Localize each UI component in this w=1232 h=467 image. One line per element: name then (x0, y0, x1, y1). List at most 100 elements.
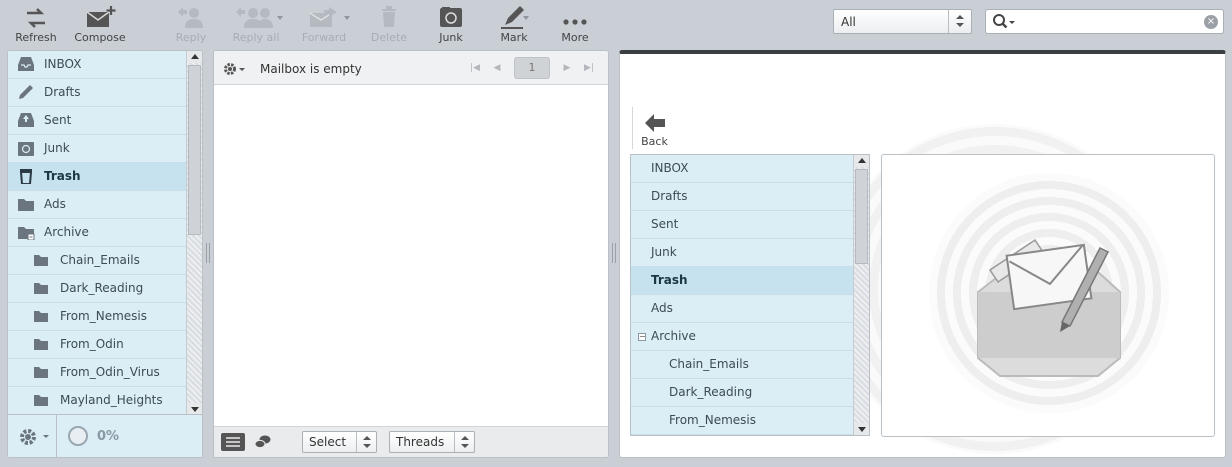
reply-all-dropdown-icon[interactable] (277, 16, 283, 20)
mailbox-status: Mailbox is empty (260, 62, 362, 76)
clear-search-icon[interactable]: × (1204, 15, 1218, 29)
toolbar: Refresh Compose Reply Reply all Forward … (0, 0, 1232, 46)
filter-selected-value: All (841, 15, 856, 29)
preview-folder-inbox[interactable]: INBOX (631, 155, 854, 183)
folder-item-from-odin[interactable]: From_Odin (8, 331, 187, 359)
forward-button[interactable]: Forward (301, 2, 347, 44)
folder-icon (18, 199, 34, 211)
message-list-header: Mailbox is empty |◀ ◀ 1 ▶ ▶| (214, 51, 608, 85)
folder-item-archive[interactable]: Archive (8, 219, 187, 247)
scrollbar-thumb[interactable] (855, 169, 868, 264)
mark-button[interactable]: Mark (495, 2, 533, 44)
folder-icon (34, 339, 48, 350)
junk-icon (440, 7, 462, 27)
folder-list: INBOX Drafts Sent Junk Trash Ads Archive (8, 51, 187, 415)
back-arrow-icon (644, 114, 665, 132)
preview-folder-drafts[interactable]: Drafts (631, 183, 854, 211)
quota-value: 0% (97, 429, 120, 444)
preview-folder-ads[interactable]: Ads (631, 295, 854, 323)
threads-view-icon[interactable] (254, 434, 272, 450)
trash-icon (382, 6, 396, 27)
folder-panel-splitter[interactable] (205, 243, 211, 263)
folder-list-scrollbar[interactable] (186, 51, 202, 415)
folder-item-trash[interactable]: Trash (8, 163, 187, 191)
delete-button[interactable]: Delete (368, 2, 410, 44)
mail-logo-icon (977, 238, 1121, 377)
pager: |◀ ◀ 1 ▶ ▶| (464, 57, 600, 79)
message-list-panel: Mailbox is empty |◀ ◀ 1 ▶ ▶| Select Thre… (213, 50, 609, 458)
search-input[interactable] (1020, 13, 1200, 30)
preview-panel: Back INBOX Drafts Sent Junk Trash Ads − … (619, 50, 1226, 458)
junk-button[interactable]: Junk (433, 2, 469, 44)
next-page-icon[interactable]: ▶ (556, 57, 578, 79)
select-arrows-icon (356, 432, 376, 452)
trash-icon (19, 169, 33, 184)
folder-item-from-odin-virus[interactable]: From_Odin_Virus (8, 359, 187, 387)
compose-button[interactable]: Compose (71, 2, 129, 44)
forward-dropdown-icon[interactable] (344, 16, 350, 20)
preview-watermark-pane (881, 154, 1215, 437)
select-arrows-icon (948, 10, 971, 33)
select-dropdown[interactable]: Select (302, 431, 377, 453)
junk-icon (18, 142, 34, 156)
search-icon[interactable] (991, 13, 1017, 31)
first-page-icon[interactable]: |◀ (464, 57, 486, 79)
folder-footer: 0% (8, 414, 202, 457)
reply-button[interactable]: Reply (172, 2, 210, 44)
collapse-icon[interactable]: − (638, 333, 646, 341)
last-page-icon[interactable]: ▶| (578, 57, 600, 79)
preview-folder-sent[interactable]: Sent (631, 211, 854, 239)
compose-icon (86, 6, 116, 27)
gear-icon[interactable] (17, 426, 51, 448)
previous-page-icon[interactable]: ◀ (486, 57, 508, 79)
threads-dropdown[interactable]: Threads (389, 431, 475, 453)
folder-panel: INBOX Drafts Sent Junk Trash Ads Archive (7, 50, 203, 458)
list-view-icon[interactable] (220, 432, 246, 452)
folder-item-mayland-heights[interactable]: Mayland_Heights (8, 387, 187, 415)
scroll-up-icon[interactable] (187, 51, 202, 63)
folder-item-junk[interactable]: Junk (8, 135, 187, 163)
scroll-down-icon[interactable] (854, 423, 869, 435)
archive-folder-icon (18, 227, 35, 240)
folder-item-inbox[interactable]: INBOX (8, 51, 187, 79)
footer-divider (56, 415, 57, 457)
more-icon (563, 19, 587, 25)
reply-all-icon (236, 7, 273, 28)
page-number[interactable]: 1 (514, 57, 550, 79)
list-options-gear-icon[interactable] (222, 61, 248, 77)
preview-folder-chain-emails[interactable]: Chain_Emails (631, 351, 854, 379)
preview-folder-from-nemesis[interactable]: From_Nemesis (631, 407, 854, 435)
filter-select[interactable]: All (833, 9, 972, 34)
folder-item-from-nemesis[interactable]: From_Nemesis (8, 303, 187, 331)
select-label: Select (309, 435, 347, 449)
preview-folder-junk[interactable]: Junk (631, 239, 854, 267)
folder-icon (34, 283, 48, 294)
preview-folder-archive[interactable]: − Archive (631, 323, 854, 351)
folder-item-ads[interactable]: Ads (8, 191, 187, 219)
refresh-button[interactable]: Refresh (13, 2, 59, 44)
preview-folder-dark-reading[interactable]: Dark_Reading (631, 379, 854, 407)
threads-label: Threads (396, 435, 445, 449)
folder-icon (34, 367, 48, 378)
folder-item-chain-emails[interactable]: Chain_Emails (8, 247, 187, 275)
folder-item-dark-reading[interactable]: Dark_Reading (8, 275, 187, 303)
back-button[interactable]: Back (632, 107, 676, 149)
search-box[interactable]: × (985, 9, 1224, 34)
list-panel-splitter[interactable] (611, 243, 617, 263)
refresh-icon (27, 8, 45, 28)
more-button[interactable]: More (556, 2, 594, 44)
folder-item-drafts[interactable]: Drafts (8, 79, 187, 107)
preview-folder-trash[interactable]: Trash (631, 267, 854, 295)
folder-item-sent[interactable]: Sent (8, 107, 187, 135)
forward-icon (309, 7, 337, 27)
folder-icon (34, 255, 48, 266)
folder-icon (34, 395, 48, 406)
inbox-icon (18, 57, 34, 71)
scrollbar-thumb[interactable] (188, 65, 201, 235)
reply-all-button[interactable]: Reply all (226, 2, 286, 44)
select-arrows-icon (454, 432, 474, 452)
mark-dropdown-icon[interactable] (523, 16, 529, 20)
scroll-up-icon[interactable] (854, 155, 869, 167)
sent-icon (18, 113, 34, 127)
preview-folder-scrollbar[interactable] (853, 155, 869, 435)
